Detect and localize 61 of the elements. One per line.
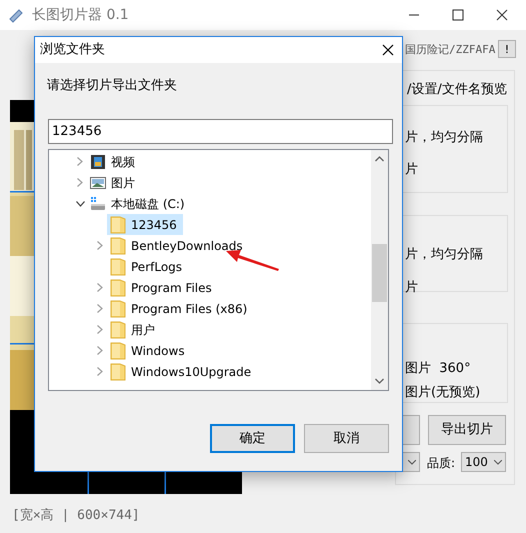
tree-item[interactable]: 视频 (87, 151, 141, 172)
section-title: /设置/文件名预览 (407, 81, 507, 99)
ok-button[interactable]: 确定 (210, 424, 295, 453)
quality-dropdown[interactable]: 100 (461, 452, 506, 472)
option-label: 图片 360° (405, 360, 471, 378)
folder-icon (110, 216, 126, 234)
chevron-right-icon[interactable] (77, 178, 83, 187)
film-icon (90, 154, 106, 170)
folder-icon (110, 342, 126, 360)
tree-item[interactable]: Windows (107, 340, 191, 361)
info-button[interactable]: ! (498, 40, 516, 58)
tree-item[interactable]: 本地磁盘 (C:) (87, 193, 191, 214)
tree-item[interactable]: 123456 (107, 214, 183, 235)
folder-icon (110, 300, 126, 318)
tree-item[interactable]: Windows10Upgrade (107, 361, 258, 382)
app-icon (8, 7, 24, 23)
option-label: 图片(无预览) (405, 384, 480, 402)
header-text: 国历险记/ZZFAFA (405, 42, 496, 58)
chevron-down-icon[interactable] (76, 200, 84, 206)
quality-label: 品质: (427, 455, 456, 472)
folder-icon (110, 278, 126, 296)
option-label: 片，均匀分隔 (405, 129, 483, 147)
tree-item[interactable]: 用户 (107, 319, 161, 340)
drive-icon (90, 196, 106, 212)
tree-item[interactable]: BentleyDownloads (107, 235, 249, 256)
image-icon (90, 174, 106, 190)
window-title: 长图切片器 0.1 (32, 6, 129, 24)
image-size-label: [宽×高 | 600×744] (12, 507, 140, 525)
folder-icon (110, 236, 126, 254)
dialog-title: 浏览文件夹 (40, 41, 105, 60)
chevron-right-icon[interactable] (97, 346, 103, 355)
tree-item[interactable]: PerfLogs (107, 256, 188, 277)
cancel-button[interactable]: 取消 (304, 424, 389, 453)
folder-field[interactable]: 123456 (48, 119, 393, 144)
tree-item[interactable]: 图片 (87, 172, 141, 193)
folder-icon (110, 320, 126, 338)
tree-item[interactable]: Program Files (107, 277, 218, 298)
option-label: 片，均匀分隔 (405, 246, 483, 264)
option-label: 片 (405, 279, 418, 297)
chevron-right-icon[interactable] (97, 283, 103, 292)
option-label: 片 (405, 161, 418, 179)
chevron-right-icon[interactable] (97, 325, 103, 334)
chevron-icon (408, 460, 416, 464)
chevron-right-icon[interactable] (97, 367, 103, 376)
folder-tree[interactable]: 视频 图片 本地磁盘 (C:) 123456 BentleyDownloads PerfLogs Program Files Program Files (x86) 用户 Windows Windows10Upgrade (48, 149, 389, 391)
scroll-down-icon[interactable] (375, 378, 384, 384)
close-icon[interactable] (382, 44, 394, 56)
maximize-icon[interactable] (452, 9, 464, 21)
chevron-right-icon[interactable] (97, 241, 103, 250)
folder-icon (110, 362, 126, 380)
prompt-text: 请选择切片导出文件夹 (47, 77, 177, 95)
chevron-right-icon[interactable] (97, 304, 103, 313)
scroll-thumb[interactable] (372, 244, 387, 302)
scroll-up-icon[interactable] (375, 156, 384, 162)
tree-item[interactable]: Program Files (x86) (107, 298, 254, 319)
chevron-icon (494, 460, 502, 464)
chevron-right-icon[interactable] (77, 157, 83, 166)
close-icon[interactable] (496, 9, 508, 21)
export-button[interactable]: 导出切片 (428, 415, 506, 445)
scrollbar[interactable] (371, 150, 388, 390)
folder-icon (110, 258, 126, 276)
